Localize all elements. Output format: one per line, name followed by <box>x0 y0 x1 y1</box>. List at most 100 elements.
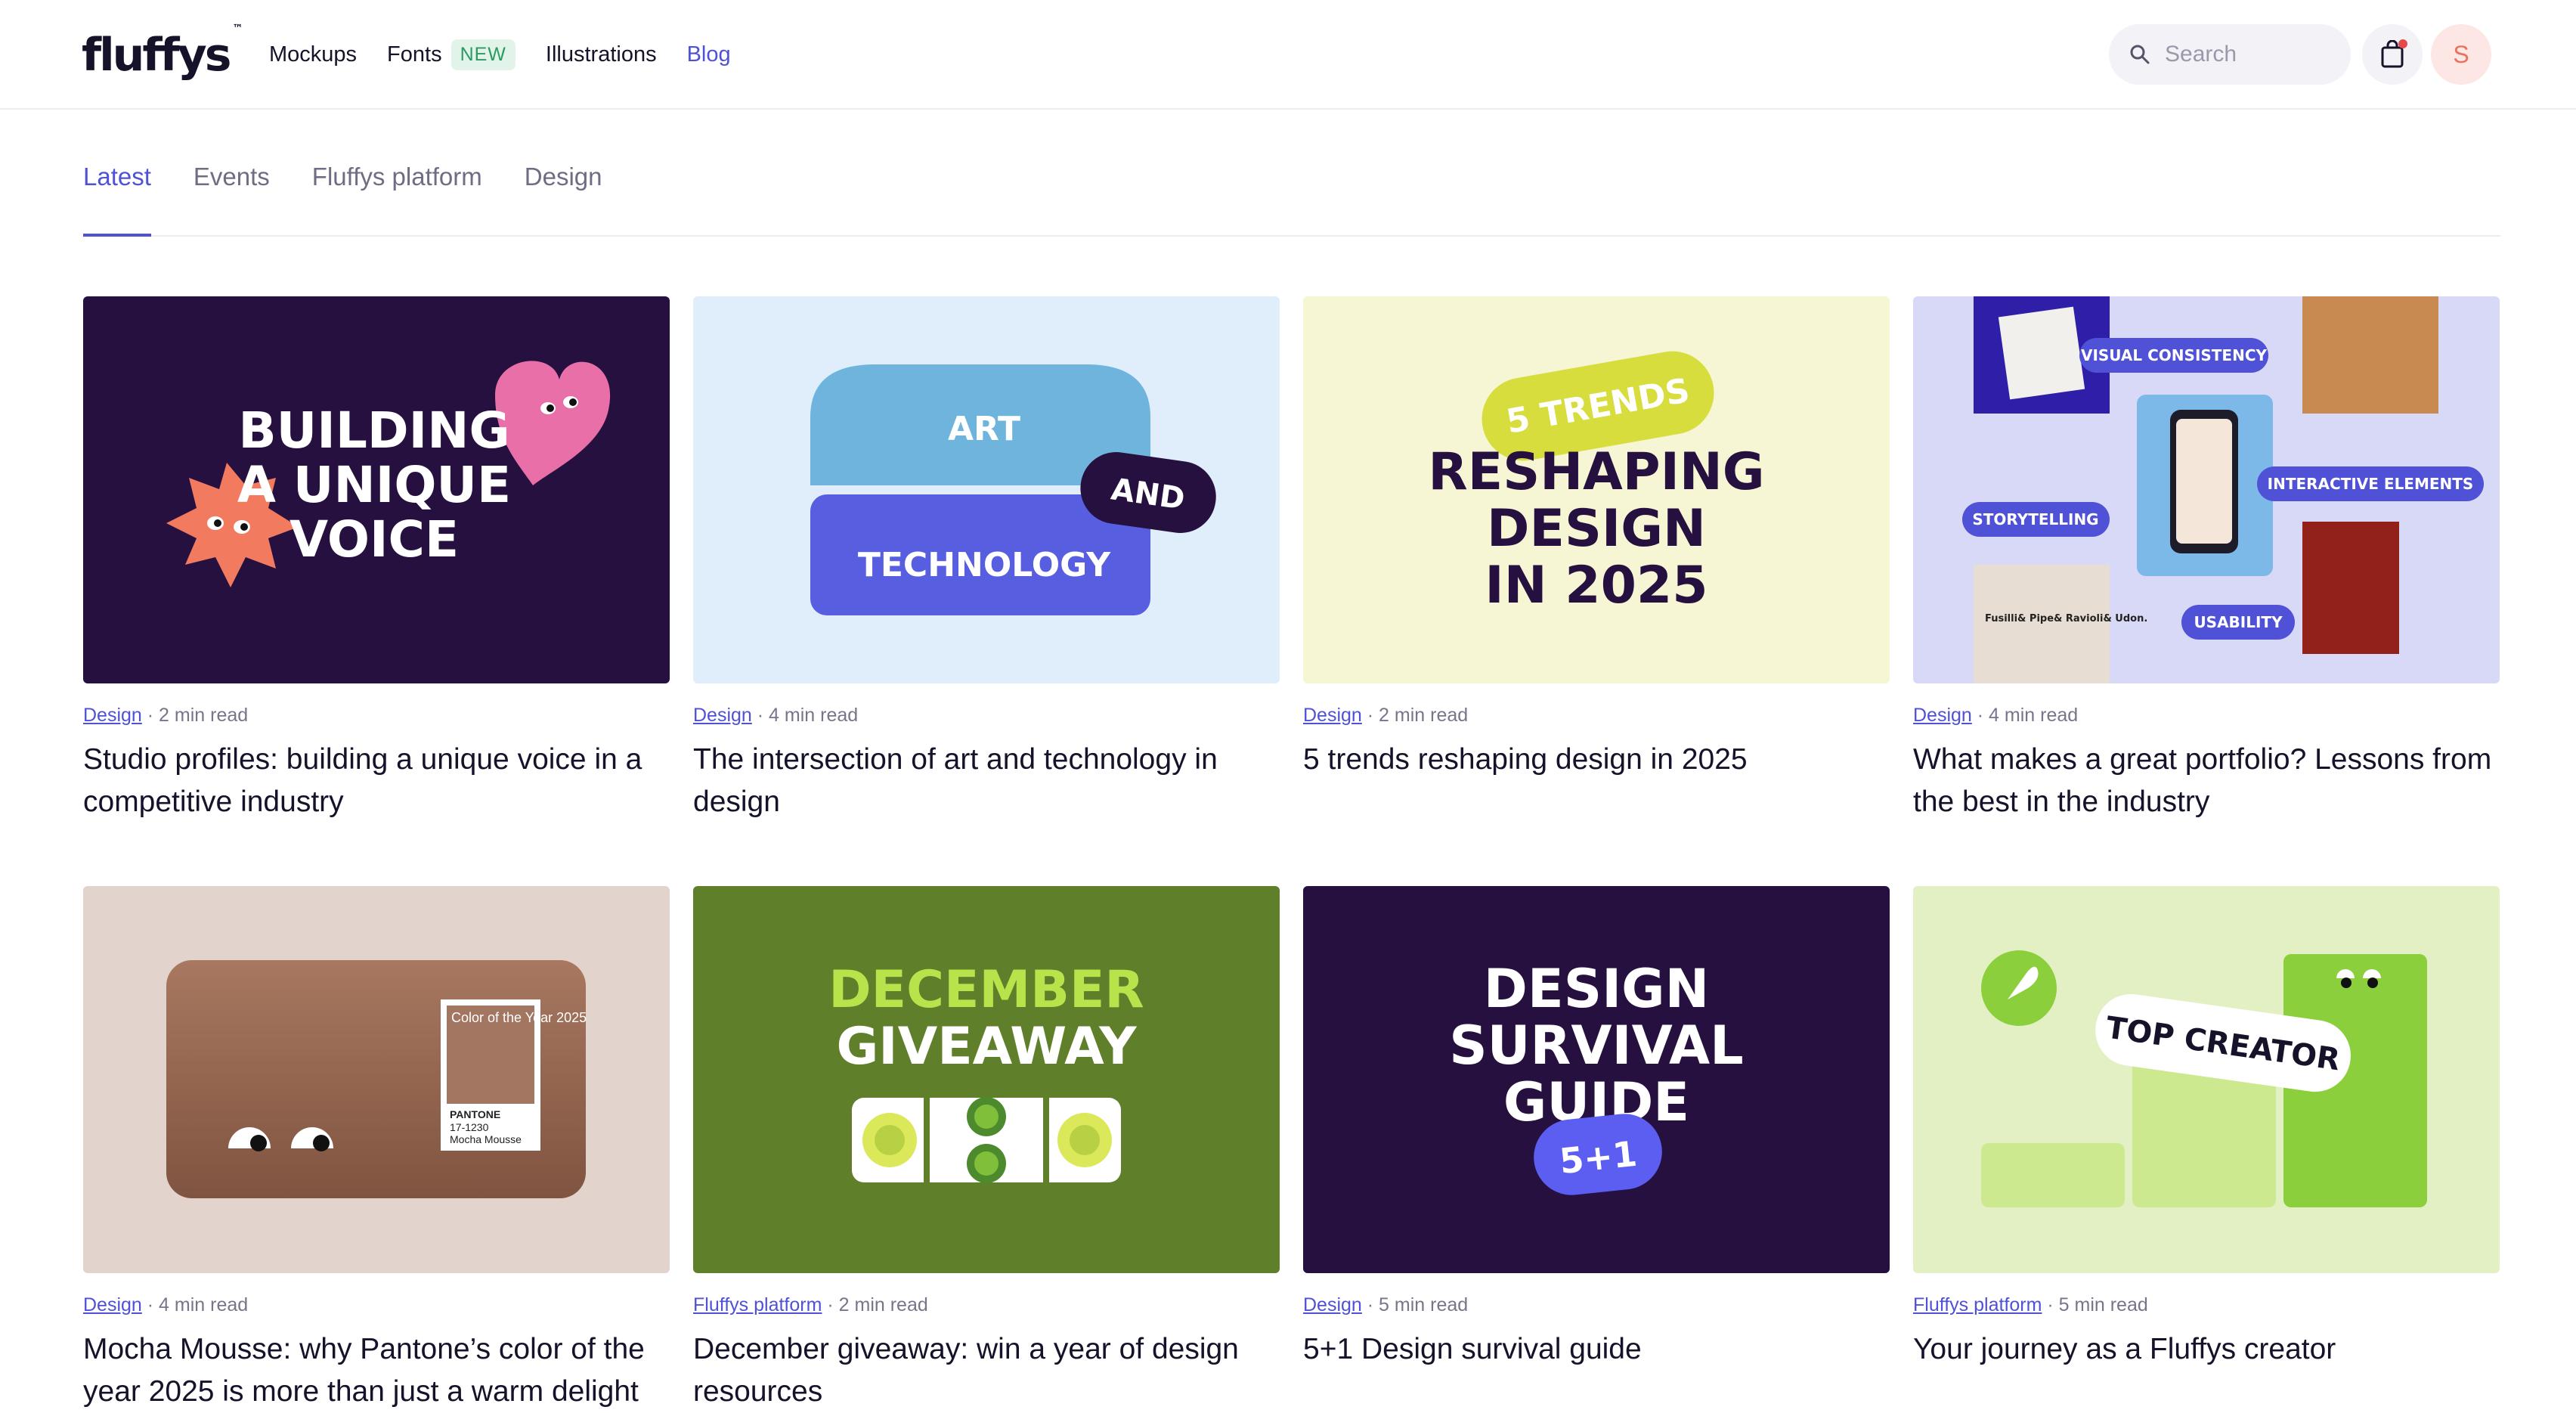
post-title[interactable]: Your journey as a Fluffys creator <box>1913 1328 2500 1371</box>
art-line-2: RESHAPING <box>1428 442 1764 502</box>
art-line-1: ART <box>948 410 1020 448</box>
top-creator-illustration: TOP CREATOR <box>1913 886 2500 1273</box>
post-meta: Design · 4 min read <box>693 705 859 726</box>
post-read-time: 4 min read <box>1989 705 2079 726</box>
search-icon <box>2130 45 2150 64</box>
post-thumbnail[interactable]: ART AND TECHNOLOGY <box>693 296 1280 683</box>
swatch-heading: Color of the Year 2025 <box>451 1010 587 1025</box>
post-card[interactable]: ART AND TECHNOLOGY Design · 4 min read T… <box>693 296 1280 823</box>
five-trends-illustration: 5 TRENDS RESHAPING DESIGN IN 2025 <box>1303 296 1890 683</box>
art-technology-illustration: ART AND TECHNOLOGY <box>693 296 1280 683</box>
tab-latest[interactable]: Latest <box>83 163 151 237</box>
post-thumbnail[interactable]: BUILDING A UNIQUE VOICE <box>83 296 670 683</box>
post-title[interactable]: What makes a great portfolio? Lessons fr… <box>1913 739 2500 823</box>
art-line-3: VOICE <box>289 510 459 569</box>
post-meta: Fluffys platform · 2 min read <box>693 1294 928 1315</box>
post-category-link[interactable]: Design <box>1303 1294 1362 1315</box>
search-box[interactable] <box>2109 24 2351 85</box>
search-input[interactable] <box>2165 42 2331 67</box>
post-category-link[interactable]: Fluffys platform <box>693 1294 822 1315</box>
nav-illustrations[interactable]: Illustrations <box>546 42 657 67</box>
december-giveaway-illustration: DECEMBER GIVEAWAY <box>693 886 1280 1273</box>
post-card[interactable]: Fusilli& Pipe& Ravioli& Udon. VISUAL CON… <box>1913 296 2500 823</box>
art-tote-text: Fusilli& Pipe& Ravioli& Udon. <box>1985 613 2147 624</box>
post-meta: Design · 2 min read <box>1303 705 1469 726</box>
cart-notification-dot <box>2398 39 2407 48</box>
post-thumbnail[interactable]: Color of the Year 2025 PANTONE 17-1230 M… <box>83 886 670 1273</box>
post-card[interactable]: DECEMBER GIVEAWAY Fluffys platform · 2 m… <box>693 886 1280 1413</box>
nav-fonts-label: Fonts <box>387 42 442 67</box>
nav-mockups[interactable]: Mockups <box>269 42 357 67</box>
post-title[interactable]: 5 trends reshaping design in 2025 <box>1303 739 1890 781</box>
art-line-3: DESIGN <box>1487 499 1706 559</box>
post-card[interactable]: 5 TRENDS RESHAPING DESIGN IN 2025 Design… <box>1303 296 1890 781</box>
art-tag-2: INTERACTIVE ELEMENTS <box>2268 475 2474 493</box>
post-category-link[interactable]: Design <box>693 705 752 726</box>
tab-design[interactable]: Design <box>525 163 602 235</box>
post-card[interactable]: Color of the Year 2025 PANTONE 17-1230 M… <box>83 886 670 1413</box>
fluffys-logo[interactable]: fluffys ™ <box>82 23 243 82</box>
nav-blog[interactable]: Blog <box>687 42 731 67</box>
tab-events[interactable]: Events <box>194 163 270 235</box>
top-navigation-bar: fluffys ™ Mockups Fonts NEW Illustrations… <box>0 0 2576 110</box>
post-read-time: 5 min read <box>2058 1294 2148 1315</box>
art-line-2: SURVIVAL <box>1449 1015 1744 1077</box>
post-card[interactable]: DESIGN SURVIVAL GUIDE 5+1 Design · 5 min… <box>1303 886 1890 1371</box>
art-badge: 5+1 <box>1558 1133 1639 1182</box>
user-avatar[interactable]: S <box>2431 24 2491 85</box>
nav-fonts[interactable]: Fonts NEW <box>387 39 516 70</box>
post-title[interactable]: Mocha Mousse: why Pantone’s color of the… <box>83 1328 670 1413</box>
tab-fluffys-platform[interactable]: Fluffys platform <box>312 163 482 235</box>
swatch-name: Mocha Mousse <box>450 1133 522 1145</box>
art-tag-4: USABILITY <box>2194 613 2283 631</box>
art-line-1: BUILDING <box>238 401 509 460</box>
art-line-1: DESIGN <box>1484 958 1709 1020</box>
new-badge: NEW <box>450 39 516 70</box>
post-meta: Design · 5 min read <box>1303 1294 1469 1315</box>
post-thumbnail[interactable]: Fusilli& Pipe& Ravioli& Udon. VISUAL CON… <box>1913 296 2500 683</box>
post-title[interactable]: Studio profiles: building a unique voice… <box>83 739 670 823</box>
blog-category-tabs: Latest Events Fluffys platform Design <box>83 110 2500 237</box>
swatch-code: 17-1230 <box>450 1121 489 1133</box>
post-thumbnail[interactable]: 5 TRENDS RESHAPING DESIGN IN 2025 <box>1303 296 1890 683</box>
post-category-link[interactable]: Design <box>1303 705 1362 726</box>
post-meta: Fluffys platform · 5 min read <box>1913 1294 2148 1315</box>
post-category-link[interactable]: Design <box>83 705 142 726</box>
post-meta: Design · 4 min read <box>83 1294 249 1315</box>
post-read-time: 4 min read <box>159 1294 249 1315</box>
post-thumbnail[interactable]: TOP CREATOR <box>1913 886 2500 1273</box>
art-tag-1: VISUAL CONSISTENCY <box>2081 346 2268 364</box>
post-thumbnail[interactable]: DESIGN SURVIVAL GUIDE 5+1 <box>1303 886 1890 1273</box>
art-tag-3: STORYTELLING <box>1972 510 2098 528</box>
post-category-link[interactable]: Design <box>1913 705 1972 726</box>
post-read-time: 4 min read <box>769 705 859 726</box>
building-voice-illustration: BUILDING A UNIQUE VOICE <box>83 296 670 683</box>
post-meta: Design · 2 min read <box>83 705 249 726</box>
post-read-time: 2 min read <box>159 705 249 726</box>
post-title[interactable]: 5+1 Design survival guide <box>1303 1328 1890 1371</box>
cart-button[interactable] <box>2362 24 2423 85</box>
post-meta: Design · 4 min read <box>1913 705 2079 726</box>
art-line-2: A UNIQUE <box>237 456 511 514</box>
post-read-time: 2 min read <box>838 1294 928 1315</box>
main-nav: Mockups Fonts NEW Illustrations Blog <box>269 0 761 110</box>
post-card[interactable]: BUILDING A UNIQUE VOICE Design · 2 min r… <box>83 296 670 823</box>
post-title[interactable]: December giveaway: win a year of design … <box>693 1328 1280 1413</box>
portfolio-collage-illustration: Fusilli& Pipe& Ravioli& Udon. VISUAL CON… <box>1913 296 2500 683</box>
art-line-4: IN 2025 <box>1485 556 1708 615</box>
post-category-link[interactable]: Design <box>83 1294 142 1315</box>
swatch-brand: PANTONE <box>450 1108 500 1120</box>
logo-trademark: ™ <box>232 23 243 35</box>
post-category-link[interactable]: Fluffys platform <box>1913 1294 2042 1315</box>
art-line-3: TECHNOLOGY <box>858 546 1111 584</box>
post-title[interactable]: The intersection of art and technology i… <box>693 739 1280 823</box>
post-card[interactable]: TOP CREATOR Fluffys platform · 5 min rea… <box>1913 886 2500 1371</box>
logo-text: fluffys <box>82 29 231 82</box>
post-read-time: 5 min read <box>1379 1294 1469 1315</box>
art-line-2: GIVEAWAY <box>836 1017 1137 1077</box>
mocha-mousse-illustration: Color of the Year 2025 PANTONE 17-1230 M… <box>83 886 670 1273</box>
art-line-1: DECEMBER <box>828 960 1144 1020</box>
survival-guide-illustration: DESIGN SURVIVAL GUIDE 5+1 <box>1303 886 1890 1273</box>
post-read-time: 2 min read <box>1379 705 1469 726</box>
post-thumbnail[interactable]: DECEMBER GIVEAWAY <box>693 886 1280 1273</box>
